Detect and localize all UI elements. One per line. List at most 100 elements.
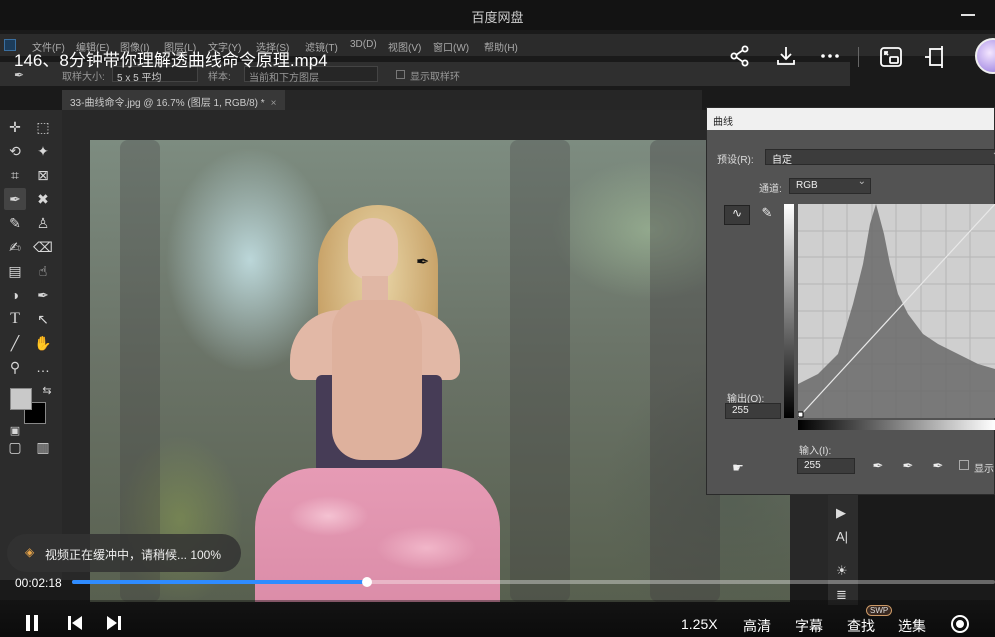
swap-colors-icon[interactable]: ⇆: [36, 380, 58, 402]
preset-value: 自定: [772, 155, 792, 166]
player-control-bar: [0, 600, 995, 637]
photo-canvas[interactable]: [90, 140, 790, 602]
move-tool-icon[interactable]: ✛: [4, 116, 26, 138]
share-icon[interactable]: [728, 44, 754, 70]
download-icon[interactable]: [774, 44, 800, 70]
pen-tool-icon[interactable]: ✒: [32, 284, 54, 306]
app-titlebar: 百度网盘: [0, 0, 995, 30]
document-tab-label: 33-曲线命令.jpg @ 16.7% (图层 1, RGB/8) *: [70, 98, 265, 109]
more-tools-icon[interactable]: …: [32, 356, 54, 378]
smudge-tool-icon[interactable]: ☝: [32, 260, 54, 282]
ps-tabbar: 33-曲线命令.jpg @ 16.7% (图层 1, RGB/8) * ×: [62, 90, 702, 110]
screen-mode-icon[interactable]: ▥: [32, 436, 54, 458]
preset-label: 预设(R):: [717, 155, 754, 166]
eyedropper-cursor-icon: ✒: [416, 254, 430, 271]
speed-button[interactable]: 1.25X: [681, 616, 718, 632]
white-point-eyedropper-icon[interactable]: ✒: [929, 458, 947, 476]
foreground-color-swatch[interactable]: [10, 388, 32, 410]
line-tool-icon[interactable]: ╱: [4, 332, 26, 354]
previous-icon[interactable]: [66, 614, 84, 637]
top-controls-divider: [858, 47, 859, 67]
close-icon[interactable]: ×: [271, 98, 277, 109]
lasso-tool-icon[interactable]: ⟲: [4, 140, 26, 162]
output-gradient-bar: [784, 204, 794, 418]
input-value: 255: [804, 460, 821, 471]
show-ring-label: 显示取样环: [410, 72, 460, 83]
black-point-eyedropper-icon[interactable]: ✒: [869, 458, 887, 476]
progress-handle[interactable]: [362, 577, 372, 587]
output-field[interactable]: 255: [725, 403, 781, 419]
type-tool-icon[interactable]: T: [4, 308, 26, 330]
play-action-icon[interactable]: ▶: [836, 505, 846, 521]
character-panel-icon[interactable]: A|: [836, 529, 848, 544]
gradient-tool-icon[interactable]: ▤: [4, 260, 26, 282]
search-badge: SWP: [866, 605, 893, 616]
curves-histogram-svg: [798, 204, 995, 418]
dodge-tool-icon[interactable]: ◑: [4, 284, 26, 306]
output-value: 255: [732, 405, 749, 416]
float-window-icon[interactable]: [922, 44, 948, 70]
search-button[interactable]: 查找: [847, 616, 875, 636]
hand-tool-icon[interactable]: ✋: [32, 332, 54, 354]
sample-value: 当前和下方图层: [249, 73, 319, 84]
zoom-tool-icon[interactable]: ⚲: [4, 356, 26, 378]
picture-in-picture-icon[interactable]: [878, 44, 904, 70]
more-icon[interactable]: [818, 44, 844, 70]
clone-stamp-icon[interactable]: ♙: [32, 212, 54, 234]
buffer-toast: ◈ 视频正在缓冲中，请稍候... 100%: [7, 534, 241, 572]
menu-window[interactable]: 窗口(W): [433, 39, 469, 54]
quality-button[interactable]: 高清: [743, 616, 771, 636]
curves-dialog-title: 曲线: [707, 108, 994, 130]
input-field[interactable]: 255: [797, 458, 855, 474]
crop-tool-icon[interactable]: ⌗: [4, 164, 26, 186]
brightness-icon[interactable]: ☀: [836, 563, 848, 579]
path-select-icon[interactable]: ↖: [32, 308, 54, 330]
input-gradient-bar: [798, 420, 995, 430]
preset-select[interactable]: 自定: [765, 147, 995, 166]
pencil-mode-icon[interactable]: ✎: [756, 205, 778, 225]
channel-select[interactable]: RGB: [789, 176, 871, 194]
marquee-tool-icon[interactable]: ⬚: [32, 116, 54, 138]
menu-3d[interactable]: 3D(D): [350, 39, 377, 50]
curve-point-mode-icon[interactable]: ∿: [724, 205, 750, 225]
quick-mask-icon[interactable]: ▢: [4, 436, 26, 458]
figure-arms: [332, 300, 422, 460]
history-brush-icon[interactable]: ✍: [4, 236, 26, 258]
curves-graph[interactable]: [798, 204, 995, 418]
buffer-message: 视频正在缓冲中，请稍候... 100%: [45, 548, 222, 562]
right-panel-strip: ▶ A| ☀ ≣: [828, 495, 858, 605]
channel-label: 通道:: [759, 184, 782, 195]
healing-brush-icon[interactable]: ✖: [32, 188, 54, 210]
channel-value: RGB: [796, 180, 818, 191]
brush-tool-icon[interactable]: ✎: [4, 212, 26, 234]
frame-tool-icon[interactable]: ⊠: [32, 164, 54, 186]
eyedropper-icon[interactable]: ✒: [4, 188, 26, 210]
tree-trunk: [510, 140, 570, 602]
pause-icon[interactable]: [24, 614, 40, 637]
eraser-tool-icon[interactable]: ⌫: [32, 236, 54, 258]
gray-point-eyedropper-icon[interactable]: ✒: [899, 458, 917, 476]
sample-size-value: 5 x 5 平均: [117, 73, 162, 84]
episode-select-button[interactable]: 选集: [898, 616, 926, 636]
menu-help[interactable]: 帮助(H): [484, 39, 518, 54]
figure-face: [348, 218, 398, 280]
video-title: 146、8分钟带你理解透曲线命令原理.mp4: [14, 51, 328, 70]
menu-view[interactable]: 视图(V): [388, 39, 421, 54]
show-clipping-checkbox[interactable]: [959, 460, 969, 470]
document-tab[interactable]: 33-曲线命令.jpg @ 16.7% (图层 1, RGB/8) * ×: [62, 90, 285, 110]
current-time: 00:02:18: [15, 576, 62, 590]
buffer-icon: ◈: [25, 545, 35, 559]
show-clipping-label: 显示: [974, 464, 994, 475]
show-ring-checkbox[interactable]: [396, 70, 405, 79]
subtitle-button[interactable]: 字幕: [795, 616, 823, 636]
ps-toolbar: ✛ ⬚ ⟲ ✦ ⌗ ⊠ ✒ ✖ ✎ ♙ ✍ ⌫ ▤ ☝ ◑ ✒ T ↖ ╱ ✋ …: [0, 110, 62, 580]
app-title: 百度网盘: [471, 10, 524, 25]
on-image-adjust-icon[interactable]: ☛: [729, 460, 747, 478]
tree-trunk: [120, 140, 160, 602]
quick-select-tool-icon[interactable]: ✦: [32, 140, 54, 162]
minimize-icon[interactable]: [961, 14, 975, 16]
progress-fill: [72, 580, 367, 584]
settings-icon[interactable]: [950, 614, 970, 637]
input-label: 输入(I):: [799, 446, 832, 457]
next-icon[interactable]: [105, 614, 123, 637]
